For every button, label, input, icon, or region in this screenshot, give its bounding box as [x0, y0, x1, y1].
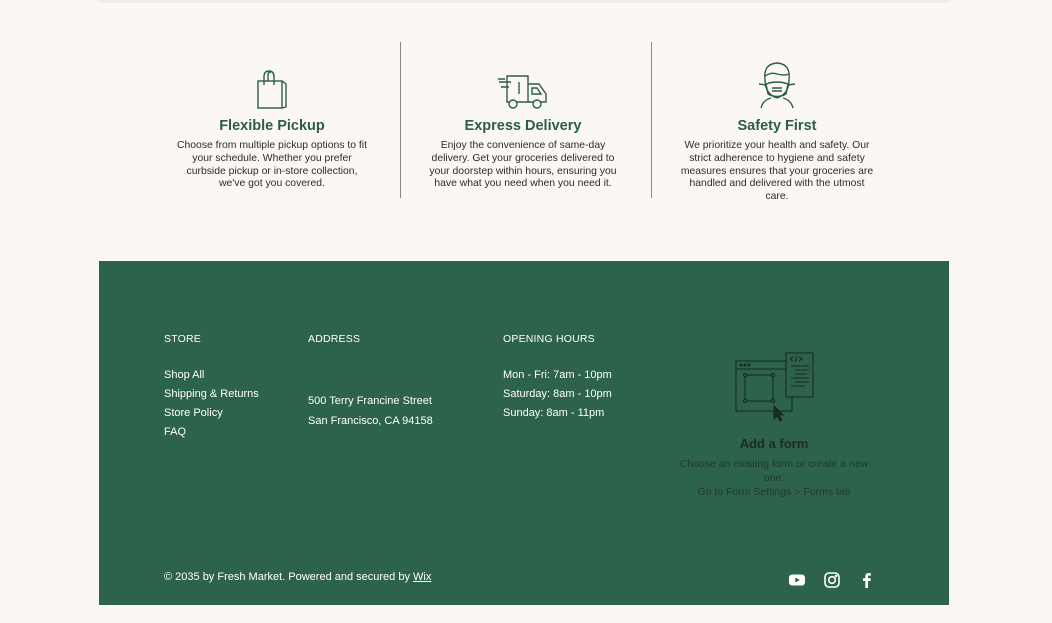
address-line-1: 500 Terry Francine Street [308, 395, 432, 407]
link-shop-all[interactable]: Shop All [164, 369, 204, 381]
hours-sunday: Sunday: 8am - 11pm [503, 407, 605, 419]
feature-title: Safety First [737, 118, 817, 134]
link-shipping-returns[interactable]: Shipping & Returns [164, 388, 259, 400]
store-heading: STORE [164, 333, 201, 345]
add-form-desc-line2: Go to Form Settings > Forms tab [697, 486, 851, 498]
address-heading: ADDRESS [308, 333, 361, 345]
feature-text: We prioritize your health and safety. Ou… [680, 140, 874, 203]
feature-safety-first: Safety First We prioritize your health a… [652, 40, 902, 204]
shopping-bag-icon [147, 40, 397, 110]
delivery-truck-icon [398, 40, 648, 110]
feature-title: Express Delivery [464, 118, 582, 134]
feature-express-delivery: Express Delivery Enjoy the convenience o… [398, 40, 648, 191]
feature-text: Choose from multiple pickup options to f… [176, 140, 367, 190]
form-builder-icon [735, 352, 814, 422]
facebook-icon[interactable] [858, 571, 876, 589]
youtube-icon[interactable] [788, 571, 806, 589]
feature-title: Flexible Pickup [219, 118, 325, 134]
copyright-text: © 2035 by Fresh Market. Powered and secu… [164, 571, 414, 583]
features-section: Flexible Pickup Choose from multiple pic… [99, 40, 949, 202]
add-form-placeholder[interactable]: Add a form Choose an existing form or cr… [679, 351, 869, 499]
add-form-title: Add a form [739, 436, 809, 451]
site-footer: STORE Shop All Shipping & Returns Store … [99, 261, 949, 605]
top-divider [99, 0, 949, 3]
add-form-description: Choose an existing form or create a new … [679, 457, 869, 499]
link-faq[interactable]: FAQ [164, 426, 186, 438]
address-line-2: San Francisco, CA 94158 [308, 415, 433, 427]
feature-text: Enjoy the convenience of same-day delive… [429, 140, 617, 190]
face-mask-icon [652, 40, 902, 110]
add-form-desc-line1: Choose an existing form or create a new … [679, 458, 869, 484]
instagram-icon[interactable] [823, 571, 841, 589]
hours-weekdays: Mon - Fri: 7am - 10pm [503, 369, 612, 381]
hours-saturday: Saturday: 8am - 10pm [503, 388, 612, 400]
link-store-policy[interactable]: Store Policy [164, 407, 223, 419]
copyright: © 2035 by Fresh Market. Powered and secu… [164, 571, 431, 583]
hours-heading: OPENING HOURS [503, 333, 595, 345]
feature-flexible-pickup: Flexible Pickup Choose from multiple pic… [147, 40, 397, 191]
wix-link[interactable]: Wix [413, 571, 431, 583]
